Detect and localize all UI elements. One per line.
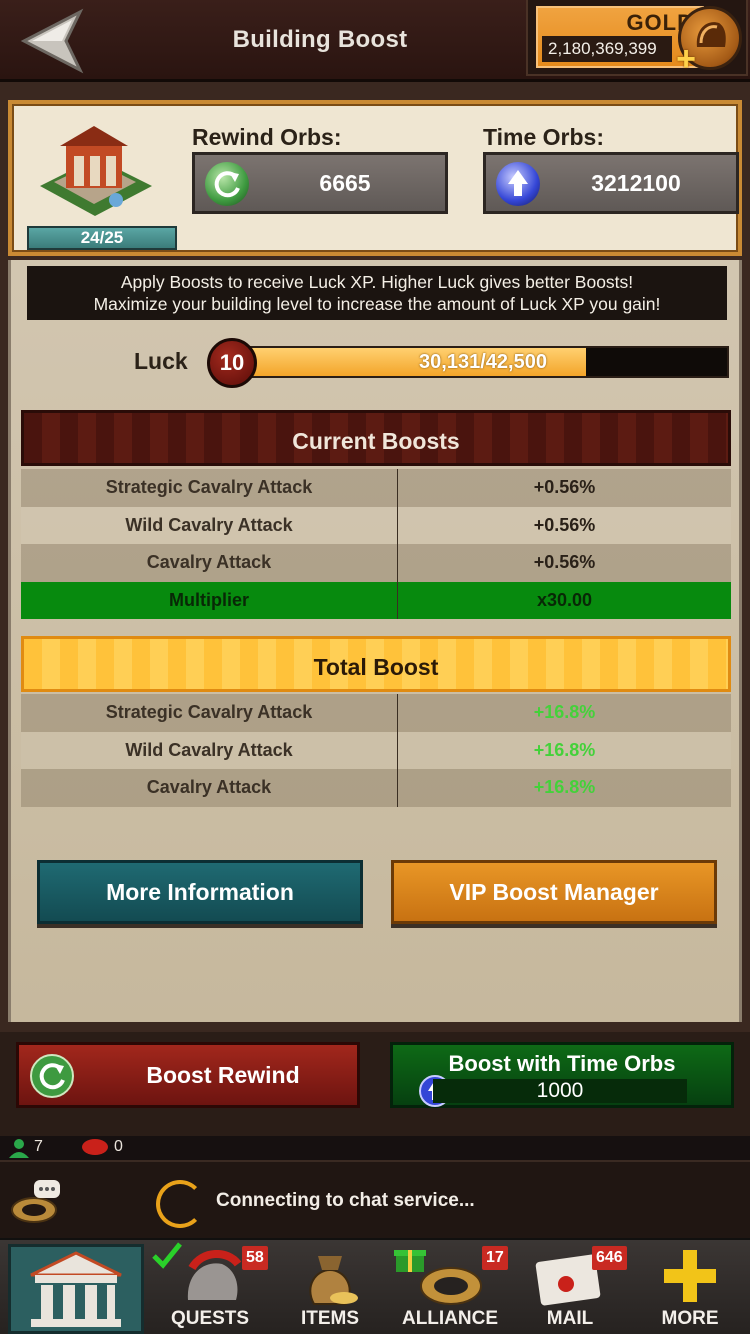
page-title: Building Boost [232,26,408,53]
nav-items[interactable]: ITEMS [270,1240,390,1334]
more-information-button[interactable]: More Information [37,860,363,924]
plus-icon [664,1250,716,1302]
nav-quests-label: QUESTS [170,1308,250,1329]
alliance-helmet-icon [420,1267,482,1305]
quests-badge: 58 [242,1246,268,1270]
boost-time-label: Boost with Time Orbs [448,1051,676,1076]
chat-panel[interactable]: Connecting to chat service... [0,1160,750,1238]
boost-content: Apply Boosts to receive Luck XP. Higher … [8,260,742,1022]
rewind-orbs-label: Rewind Orbs: [192,124,342,150]
time-orbs-field: 3212100 [483,152,739,214]
gold-display[interactable]: GOLD 2,180,369,399 + [526,0,748,76]
gold-value: 2,180,369,399 [542,36,672,62]
time-orb-icon [496,162,540,206]
back-arrow-icon [20,8,84,74]
orb-panel: 24/25 Rewind Orbs: 6665 Time Orbs: 32121… [8,100,742,256]
nav-home-button[interactable] [8,1244,144,1334]
header-bar: Building Boost GOLD 2,180,369,399 + [0,0,750,82]
current-boosts-table: Strategic Cavalry Attack +0.56% Wild Cav… [21,469,731,619]
message-count: 0 [114,1138,123,1155]
boost-time-orbs-button[interactable]: Boost with Time Orbs 1000 [390,1042,734,1108]
boost-name: Cavalry Attack [21,544,398,582]
main-frame: 24/25 Rewind Orbs: 6665 Time Orbs: 32121… [0,82,750,1032]
rewind-orbs-value: 6665 [319,170,371,196]
boost-value: +16.8% [533,739,596,760]
nav-mail-label: MAIL [546,1308,594,1329]
nav-items-label: ITEMS [300,1308,360,1329]
boost-name: Cavalry Attack [21,769,398,807]
info-banner: Apply Boosts to receive Luck XP. Higher … [27,266,727,320]
back-button[interactable] [20,8,92,74]
nav-more[interactable]: MORE [630,1240,750,1334]
boost-name: Wild Cavalry Attack [21,731,398,769]
home-building-icon [30,1251,122,1327]
table-row: Wild Cavalry Attack +16.8% [21,731,731,769]
multiplier-label: Multiplier [21,581,398,619]
boost-value: +16.8% [533,777,596,797]
loading-spinner-icon [156,1180,204,1228]
rewind-orb-icon [30,1054,74,1098]
boost-value: +0.56% [533,514,596,535]
multiplier-row: Multiplier x30.00 [21,581,731,619]
vip-boost-manager-button[interactable]: VIP Boost Manager [391,860,717,924]
rewind-orbs-field: 6665 [192,152,448,214]
luck-progress-bar: 30,131/42,500 [241,346,729,378]
bottom-nav: 58 QUESTS ITEMS 17 ALLIANCE 646 MAIL MOR… [0,1238,750,1334]
chat-status-strip: 7 0 [0,1136,750,1160]
table-row: Strategic Cavalry Attack +16.8% [21,694,731,732]
nav-quests[interactable]: 58 QUESTS [150,1240,270,1334]
online-count: 7 [34,1138,43,1155]
message-bubble-icon [82,1139,108,1155]
alliance-badge: 17 [482,1246,508,1270]
nav-mail[interactable]: 646 MAIL [510,1240,630,1334]
nav-more-label: MORE [661,1308,719,1329]
info-line-1: Apply Boosts to receive Luck XP. Higher … [120,272,634,292]
money-bag-icon [309,1256,358,1305]
table-row: Cavalry Attack +16.8% [21,769,731,807]
boost-time-cost: 1000 [433,1079,687,1103]
boost-rewind-button[interactable]: Boost Rewind [16,1042,360,1108]
time-orbs-value: 3212100 [591,170,681,196]
building-icon [30,116,160,226]
total-boost-table: Strategic Cavalry Attack +16.8% Wild Cav… [21,694,731,807]
luck-level-badge: 10 [207,338,257,388]
nav-alliance-label: ALLIANCE [401,1308,499,1329]
table-row: Wild Cavalry Attack +0.56% [21,506,731,544]
boost-name: Strategic Cavalry Attack [21,469,398,507]
total-boost-header: Total Boost [21,636,731,692]
boost-rewind-label: Boost Rewind [146,1062,300,1088]
current-boosts-header: Current Boosts [21,410,731,466]
helmet-icon [187,1250,242,1300]
luck-label: Luck [134,348,188,374]
chat-status-text: Connecting to chat service... [216,1190,475,1211]
time-orbs-label: Time Orbs: [483,124,604,150]
multiplier-value: x30.00 [536,589,593,610]
rewind-orb-icon [205,162,249,206]
mail-badge: 646 [592,1246,627,1270]
add-gold-icon[interactable]: + [676,42,696,76]
boost-name: Strategic Cavalry Attack [21,694,398,732]
table-row: Cavalry Attack +0.56% [21,544,731,582]
info-line-2: Maximize your building level to increase… [93,294,661,314]
boost-value: +0.56% [533,477,596,497]
chat-alliance-icon[interactable] [8,1180,64,1226]
building-level: 24/25 [27,226,177,250]
luck-progress-text: 30,131/42,500 [419,351,547,373]
boost-value: +16.8% [533,702,596,722]
table-row: Strategic Cavalry Attack +0.56% [21,469,731,507]
boost-value: +0.56% [533,552,596,572]
action-bar: Boost Rewind Boost with Time Orbs 1000 [0,1032,750,1136]
online-users-icon [9,1139,29,1158]
boost-name: Wild Cavalry Attack [21,506,398,544]
nav-alliance[interactable]: 17 ALLIANCE [390,1240,510,1334]
